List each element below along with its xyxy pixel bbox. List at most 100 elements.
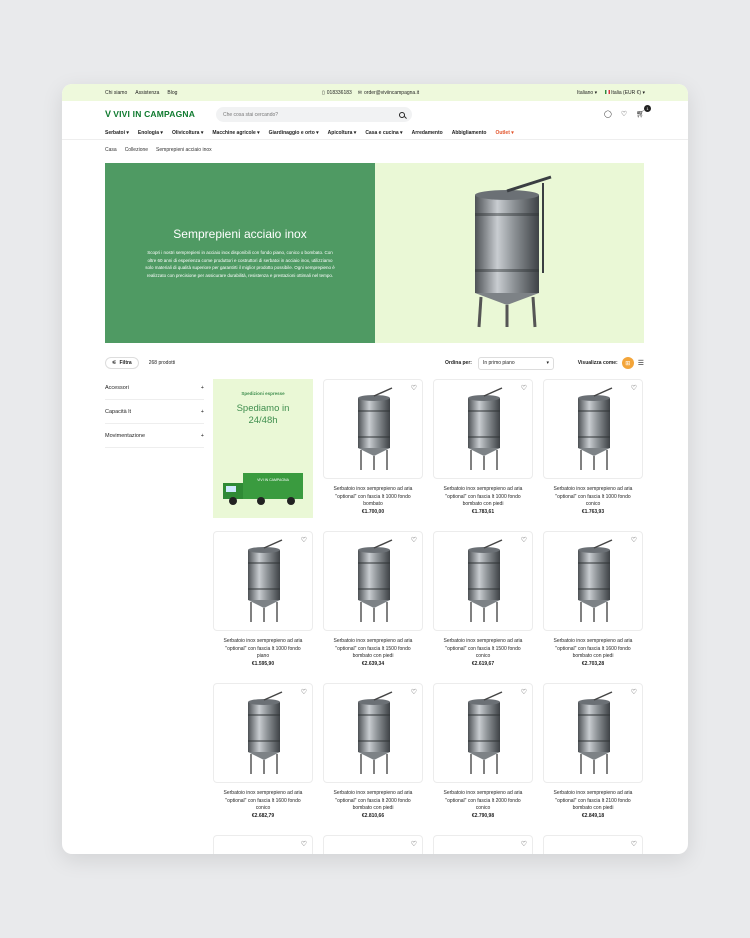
top-link-about[interactable]: Chi siamo	[105, 90, 127, 96]
promo-tag: Spedizioni espresse	[241, 391, 285, 396]
logo[interactable]: V VIVI IN CAMPAGNA	[105, 109, 195, 119]
shipping-promo-card[interactable]: Spedizioni espresse Spediamo in 24/48h V…	[213, 379, 313, 518]
nav-item-serbatoi[interactable]: Serbatoi ▾	[105, 130, 129, 136]
product-card[interactable]: ♡	[213, 683, 313, 783]
product-card[interactable]: ♡	[543, 531, 643, 631]
product-price: €2.619,67	[471, 660, 495, 667]
view-toggle: Visualizza come: ⊞ ☰	[578, 357, 644, 369]
nav-item-macchine-agricole[interactable]: Macchine agricole ▾	[212, 130, 259, 136]
nav-item-enologia[interactable]: Enologia ▾	[138, 130, 163, 136]
nav-item-outlet[interactable]: Outlet ▾	[495, 130, 513, 136]
wishlist-heart-icon[interactable]: ♡	[631, 840, 637, 848]
hero-tank-image	[474, 175, 551, 328]
chevron-down-icon: ▾	[546, 360, 549, 366]
nav-item-casa-cucina[interactable]: Casa e cucina ▾	[365, 130, 402, 136]
product-card[interactable]: ♡	[543, 683, 643, 783]
collection-hero: Semprepieni acciaio inox Scopri i nostri…	[105, 163, 644, 343]
product-card[interactable]: ♡	[323, 835, 423, 854]
product-card[interactable]: ♡	[543, 835, 643, 854]
search-input[interactable]: Che cosa stai cercando?	[216, 107, 412, 122]
product-card[interactable]: ♡	[323, 683, 423, 783]
locale-selectors: Italiano ▾ Italia (EUR €) ▾	[577, 89, 645, 96]
product-caption[interactable]: Serbatoio inox semprepieno ad aria "optio…	[538, 486, 648, 516]
top-bar: Chi siamo Assistenza Blog ▯ 018336183 ✉ or…	[62, 84, 688, 101]
wishlist-heart-icon[interactable]: ♡	[521, 840, 527, 848]
delivery-truck-icon: VIVI IN CAMPAGNA	[223, 473, 303, 505]
product-card[interactable]: ♡	[323, 531, 423, 631]
product-caption[interactable]: Serbatoio inox semprepieno ad aria "optio…	[538, 638, 648, 668]
breadcrumb-collection[interactable]: Collezione	[125, 147, 148, 153]
product-card[interactable]: ♡	[213, 835, 313, 854]
grid-view-icon[interactable]: ⊞	[621, 357, 634, 369]
currency-select[interactable]: Italia (EUR €) ▾	[605, 89, 645, 96]
breadcrumb-home[interactable]: Casa	[105, 147, 117, 153]
wishlist-heart-icon[interactable]: ♡	[411, 384, 417, 392]
top-links: Chi siamo Assistenza Blog	[105, 90, 177, 96]
product-card[interactable]: ♡	[433, 379, 533, 479]
email-link[interactable]: ✉ order@viviincampagna.it	[358, 90, 419, 96]
product-caption[interactable]: Serbatoio inox semprepieno ad aria "optio…	[208, 790, 318, 820]
top-link-support[interactable]: Assistenza	[135, 90, 159, 96]
language-value: Italiano	[577, 89, 594, 96]
wishlist-heart-icon[interactable]: ♡	[301, 688, 307, 696]
wishlist-heart-icon[interactable]: ♡	[521, 384, 527, 392]
phone-link[interactable]: ▯ 018336183	[322, 90, 352, 96]
product-caption[interactable]: Serbatoio inox semprepieno ad aria "optio…	[318, 638, 428, 668]
product-card[interactable]: ♡	[323, 379, 423, 479]
sort-value: In primo piano	[482, 360, 515, 366]
product-caption[interactable]: Serbatoio inox semprepieno ad aria "optio…	[538, 790, 648, 820]
nav-item-abbigliamento[interactable]: Abbigliamento	[452, 130, 487, 136]
wishlist-heart-icon[interactable]: ♡	[631, 688, 637, 696]
facet-movimentazione[interactable]: Movimentazione +	[105, 424, 204, 448]
wishlist-heart-icon[interactable]: ♡	[521, 688, 527, 696]
nav-item-olivicoltura[interactable]: Olivicoltura ▾	[172, 130, 203, 136]
nav-item-apicoltura[interactable]: Apicoltura ▾	[328, 130, 357, 136]
wishlist-heart-icon[interactable]: ♡	[411, 536, 417, 544]
cart-button[interactable]: 🛒︎ 1	[636, 105, 651, 118]
facet-accessori[interactable]: Accessori +	[105, 376, 204, 400]
search-icon[interactable]	[399, 111, 405, 118]
top-link-blog[interactable]: Blog	[167, 90, 177, 96]
wishlist-heart-icon[interactable]: ♡	[631, 384, 637, 392]
product-card[interactable]: ♡	[543, 379, 643, 479]
search-placeholder: Che cosa stai cercando?	[223, 111, 279, 118]
product-price: €2.810,66	[361, 812, 385, 819]
product-price: €2.790,98	[471, 812, 495, 819]
language-select[interactable]: Italiano ▾	[577, 90, 597, 96]
filter-button[interactable]: ⚟ Filtra	[105, 357, 139, 369]
wishlist-heart-icon[interactable]: ♡	[631, 536, 637, 544]
wishlist-heart-icon[interactable]: ♡	[411, 688, 417, 696]
product-caption[interactable]: Serbatoio inox semprepieno ad aria "optio…	[318, 486, 428, 516]
list-view-icon[interactable]: ☰	[638, 359, 644, 367]
facet-label: Accessori	[105, 384, 129, 391]
product-caption[interactable]: Serbatoio inox semprepieno ad aria "optio…	[428, 486, 538, 516]
breadcrumb-current: Semprepieni acciaio inox	[156, 146, 212, 153]
product-caption[interactable]: Serbatoio inox semprepieno ad aria "optio…	[428, 790, 538, 820]
account-icon[interactable]: ◯	[604, 110, 612, 118]
wishlist-heart-icon[interactable]: ♡	[521, 536, 527, 544]
sort-control: Ordina per: In primo piano ▾	[445, 356, 554, 370]
filter-label: Filtra	[119, 360, 132, 366]
wishlist-heart-icon[interactable]: ♡	[411, 840, 417, 848]
contact-info: ▯ 018336183 ✉ order@viviincampagna.it	[322, 90, 419, 96]
product-price: €2.682,79	[251, 812, 275, 819]
product-card[interactable]: ♡	[433, 835, 533, 854]
product-caption[interactable]: Serbatoio inox semprepieno ad aria "optio…	[208, 638, 318, 668]
currency-value: Italia (EUR €)	[611, 89, 642, 96]
product-caption[interactable]: Serbatoio inox semprepieno ad aria "optio…	[428, 638, 538, 668]
product-card[interactable]: ♡	[433, 683, 533, 783]
nav-item-arredamento[interactable]: Arredamento	[412, 130, 443, 136]
wishlist-heart-icon[interactable]: ♡	[301, 536, 307, 544]
product-card[interactable]: ♡	[433, 531, 533, 631]
wishlist-heart-icon[interactable]: ♡	[621, 110, 627, 118]
nav-item-giardinaggio[interactable]: Giardinaggio e orto ▾	[269, 130, 319, 136]
product-price: €1.783,61	[471, 508, 495, 515]
product-caption[interactable]: Serbatoio inox semprepieno ad aria "optio…	[318, 790, 428, 820]
wishlist-heart-icon[interactable]: ♡	[301, 840, 307, 848]
sort-select[interactable]: In primo piano ▾	[477, 356, 554, 370]
hero-description: Scopri i nostri semprepieni in acciaio i…	[145, 250, 335, 278]
product-card[interactable]: ♡	[213, 531, 313, 631]
facet-capacita[interactable]: Capacità lt +	[105, 400, 204, 424]
chevron-down-icon: ▾	[642, 89, 645, 96]
plus-icon: +	[200, 384, 204, 391]
